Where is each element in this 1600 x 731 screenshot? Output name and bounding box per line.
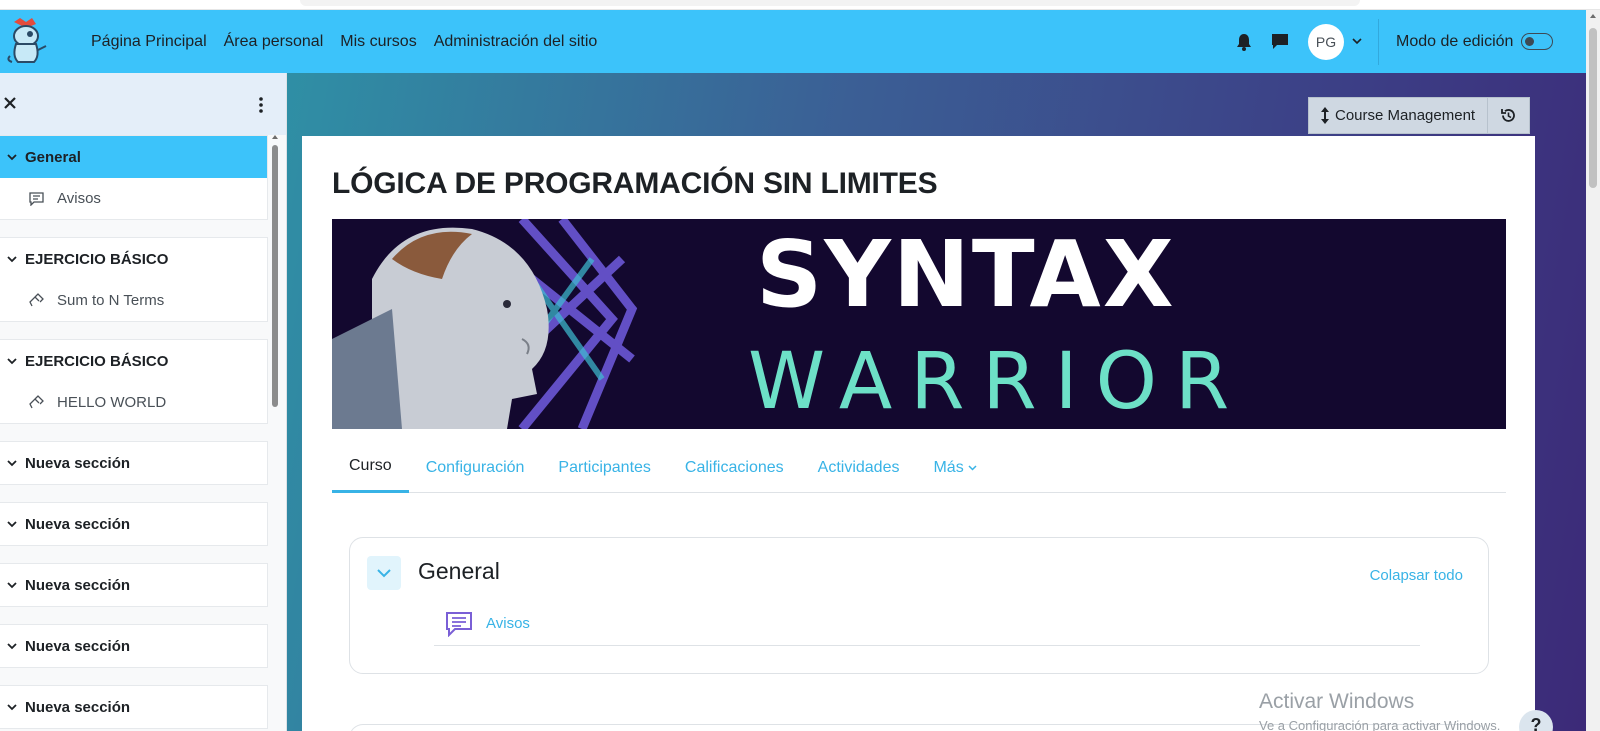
item-label: Avisos [57, 190, 101, 207]
section-title-text: EJERCICIO BÁSICO [25, 352, 169, 370]
vertical-arrows-icon [1319, 107, 1331, 125]
course-index-item[interactable]: Avisos [0, 178, 267, 219]
course-index-section-title[interactable]: General [0, 136, 267, 178]
code-runner-icon [28, 293, 44, 309]
chevron-down-icon[interactable] [5, 456, 19, 470]
chevron-down-icon[interactable] [5, 252, 19, 266]
section-title-text: Nueva sección [25, 637, 131, 655]
course-index-list: General Avisos EJERCICIO BÁSICO Sum to N… [0, 135, 268, 731]
tab-grades[interactable]: Calificaciones [668, 442, 801, 493]
drawer-header [0, 73, 286, 135]
course-tabs: Curso Configuración Participantes Califi… [332, 442, 1506, 493]
chevron-down-icon[interactable] [5, 700, 19, 714]
course-index-section: Nueva sección [0, 563, 268, 607]
chevron-down-icon[interactable] [5, 517, 19, 531]
edit-mode-label: Modo de edición [1396, 32, 1514, 50]
nav-dashboard[interactable]: Área personal [224, 33, 324, 51]
tab-settings[interactable]: Configuración [409, 442, 542, 493]
course-index-section: Nueva sección [0, 502, 268, 546]
banner-line-2: WARRIOR [748, 337, 1248, 427]
bell-icon[interactable] [1230, 28, 1258, 56]
item-label: Sum to N Terms [57, 292, 165, 309]
chevron-down-icon[interactable] [367, 556, 401, 590]
forum-icon [444, 609, 474, 639]
chevron-down-icon[interactable] [1350, 35, 1364, 49]
messages-icon[interactable] [1266, 28, 1294, 56]
course-management-bar: Course Management [1308, 97, 1531, 134]
chevron-down-icon[interactable] [5, 354, 19, 368]
course-index-drawer: General Avisos EJERCICIO BÁSICO Sum to N… [0, 73, 287, 731]
course-index-section-title[interactable]: Nueva sección [0, 442, 267, 484]
general-section-card: General Colapsar todo Avisos [349, 537, 1489, 674]
course-index-section-title[interactable]: Nueva sección [0, 625, 267, 667]
windows-activation-hint: Ve a Configuración para activar Windows. [1259, 718, 1501, 731]
banner-line-1: SYNTAX [756, 221, 1176, 328]
section-title-text: EJERCICIO BÁSICO [25, 250, 169, 268]
activity-link[interactable]: Avisos [486, 615, 530, 632]
course-index-section: EJERCICIO BÁSICO Sum to N Terms [0, 237, 268, 322]
chevron-down-icon[interactable] [5, 150, 19, 164]
section-title: General [418, 558, 500, 584]
nav-my-courses[interactable]: Mis cursos [340, 33, 416, 51]
history-icon[interactable] [1488, 97, 1531, 134]
course-index-section-title[interactable]: EJERCICIO BÁSICO [0, 340, 267, 382]
drawer-scrollbar-thumb[interactable] [272, 145, 278, 407]
tab-more[interactable]: Más [916, 442, 994, 493]
tab-more-label: Más [933, 458, 964, 476]
scroll-up-arrow-icon[interactable] [272, 135, 278, 139]
drawer-scrollbar[interactable] [271, 135, 279, 731]
chevron-down-icon [968, 463, 978, 473]
section-title-text: Nueva sección [25, 698, 131, 716]
section-title-text: Nueva sección [25, 576, 131, 594]
course-index-section: EJERCICIO BÁSICO HELLO WORLD [0, 339, 268, 424]
chevron-down-icon[interactable] [5, 639, 19, 653]
navbar-divider [1378, 18, 1379, 65]
kebab-menu-icon[interactable] [252, 93, 270, 117]
course-banner-image: SYNTAX WARRIOR [332, 219, 1506, 429]
edit-mode-toggle[interactable] [1521, 33, 1554, 50]
windows-activation-watermark: Activar Windows [1259, 690, 1415, 713]
avatar[interactable]: PG [1308, 23, 1344, 60]
section-title-text: Nueva sección [25, 454, 131, 472]
page-title: LÓGICA DE PROGRAMACIÓN SIN LIMITES [332, 167, 938, 200]
address-bar-edge [300, 0, 1360, 6]
course-index-section: Nueva sección [0, 685, 268, 729]
primary-navigation: Página Principal Área personal Mis curso… [91, 10, 597, 73]
site-logo-icon[interactable] [4, 16, 48, 66]
nav-home[interactable]: Página Principal [91, 33, 207, 51]
course-index-item[interactable]: Sum to N Terms [0, 280, 267, 321]
tab-participants[interactable]: Participantes [541, 442, 668, 493]
tab-activities[interactable]: Actividades [801, 442, 917, 493]
close-icon[interactable] [0, 91, 20, 115]
top-navbar: Página Principal Área personal Mis curso… [0, 10, 1586, 73]
scroll-up-arrow-icon[interactable] [1590, 14, 1596, 18]
browser-top-strip [0, 0, 1600, 10]
activity-item[interactable]: Avisos [434, 602, 1420, 646]
course-index-item[interactable]: HELLO WORLD [0, 382, 267, 423]
course-index-section-title[interactable]: EJERCICIO BÁSICO [0, 238, 267, 280]
course-management-label: Course Management [1335, 107, 1476, 124]
tab-course[interactable]: Curso [332, 442, 409, 493]
section-title-text: General [25, 148, 81, 166]
section-title-text: Nueva sección [25, 515, 131, 533]
course-management-button[interactable]: Course Management [1308, 97, 1489, 134]
item-label: HELLO WORLD [57, 394, 167, 411]
chevron-down-icon[interactable] [5, 578, 19, 592]
course-index-section-title[interactable]: Nueva sección [0, 564, 267, 606]
collapse-all-link[interactable]: Colapsar todo [1370, 567, 1463, 584]
course-index-section-title[interactable]: Nueva sección [0, 503, 267, 545]
course-index-section: Nueva sección [0, 441, 268, 485]
page-scrollbar[interactable] [1586, 10, 1600, 731]
nav-site-admin[interactable]: Administración del sitio [434, 33, 598, 51]
navbar-user-area: PG Modo de edición [1230, 10, 1554, 73]
robot-face-illustration-icon [332, 219, 638, 429]
forum-icon [28, 191, 44, 207]
course-index-section-title[interactable]: Nueva sección [0, 686, 267, 728]
page-scrollbar-thumb[interactable] [1589, 28, 1597, 188]
code-runner-icon [28, 395, 44, 411]
course-index-section: Nueva sección [0, 624, 268, 668]
course-index-section: General Avisos [0, 135, 268, 220]
